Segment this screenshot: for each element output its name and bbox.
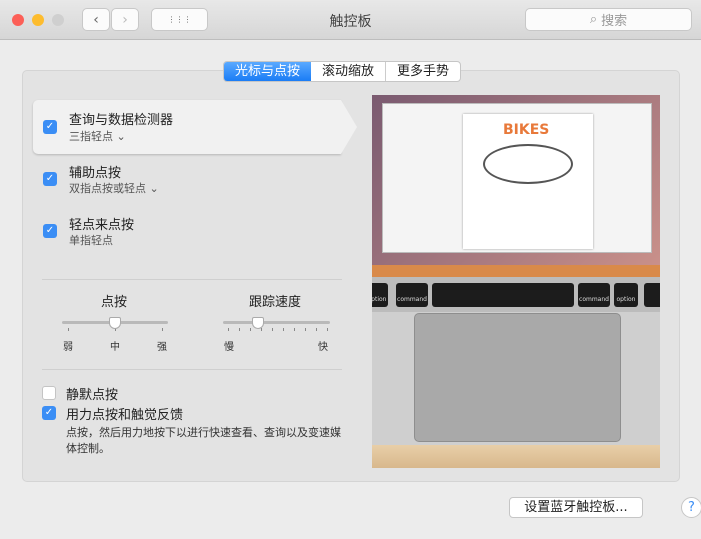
click-min: 弱 [63,338,73,353]
key-option-left: option [372,283,388,307]
force-click-checkbox[interactable]: ✓ [42,406,56,420]
click-slider-title: 点按 [101,291,127,310]
lookup-label: 查询与数据检测器 [69,109,173,128]
preview-dock [372,265,660,277]
key-space [432,283,574,307]
key-command-left: command [396,283,428,307]
preview-desk [372,445,660,468]
search-field[interactable]: ⌕ 搜索 [525,8,692,31]
tracking-min: 慢 [224,338,234,353]
tick [294,328,295,331]
preview-screen: BIKES [372,95,660,265]
click-mid: 中 [110,338,120,353]
tab-scroll-zoom[interactable]: 滚动缩放 [311,62,385,81]
tick [228,328,229,331]
help-button[interactable]: ? [681,497,701,518]
silent-click-label: 静默点按 [66,384,118,403]
key-option-right: option [614,283,638,307]
divider [42,369,342,370]
title-bar: ‹ › ⋮⋮⋮ 触控板 ⌕搜索 [0,0,701,40]
chevron-down-icon: ⌄ [150,182,159,195]
search-icon: ⌕ [590,12,597,27]
lookup-gesture-dropdown[interactable]: 三指轻点 ⌄ [69,128,126,144]
tick [305,328,306,331]
preview-keyboard: option command command option [372,277,660,312]
preview-laptop-body [372,312,660,445]
tab-more-gestures[interactable]: 更多手势 [385,62,460,81]
tracking-slider-thumb[interactable] [252,317,264,329]
tick [250,328,251,331]
divider [42,279,342,280]
force-click-description: 点按，然后用力地按下以进行快速查看、查询以及变速媒体控制。 [66,425,346,457]
chevron-down-icon: ⌄ [117,130,126,143]
tick [327,328,328,331]
click-max: 强 [157,338,167,353]
tick [272,328,273,331]
secondary-click-checkbox[interactable]: ✓ [43,172,57,186]
setup-bluetooth-trackpad-button[interactable]: 设置蓝牙触控板... [509,497,643,518]
preview-document-window: BIKES [382,103,652,253]
tick [283,328,284,331]
silent-click-checkbox[interactable] [42,386,56,400]
tracking-max: 快 [318,338,328,353]
preview-page: BIKES [463,114,593,249]
preview-doc-title: BIKES [503,122,549,138]
secondary-click-label: 辅助点按 [69,162,121,181]
tap-to-click-sub: 单指轻点 [69,232,113,248]
tick [162,328,163,331]
tracking-slider-title: 跟踪速度 [249,291,301,310]
tick [316,328,317,331]
tap-to-click-checkbox[interactable]: ✓ [43,224,57,238]
secondary-click-dropdown[interactable]: 双指点按或轻点 ⌄ [69,180,159,196]
tap-to-click-label: 轻点来点按 [69,214,134,233]
tick [239,328,240,331]
tracking-slider[interactable] [223,321,330,324]
tick [261,328,262,331]
secondary-click-value: 双指点按或轻点 [69,182,146,195]
tab-point-click[interactable]: 光标与点按 [224,62,311,81]
gesture-preview: BIKES option command command option [372,95,660,468]
force-click-label: 用力点按和触觉反馈 [66,404,183,423]
preview-trackpad [414,313,621,442]
lookup-checkbox[interactable]: ✓ [43,120,57,134]
key-arrow [644,283,660,307]
lookup-gesture-value: 三指轻点 [69,130,113,143]
tick [68,328,69,331]
key-command-right: command [578,283,610,307]
bike-image [483,144,573,184]
click-slider-thumb[interactable] [109,317,121,329]
tab-bar: 光标与点按 滚动缩放 更多手势 [223,61,461,82]
search-placeholder: 搜索 [601,10,627,29]
